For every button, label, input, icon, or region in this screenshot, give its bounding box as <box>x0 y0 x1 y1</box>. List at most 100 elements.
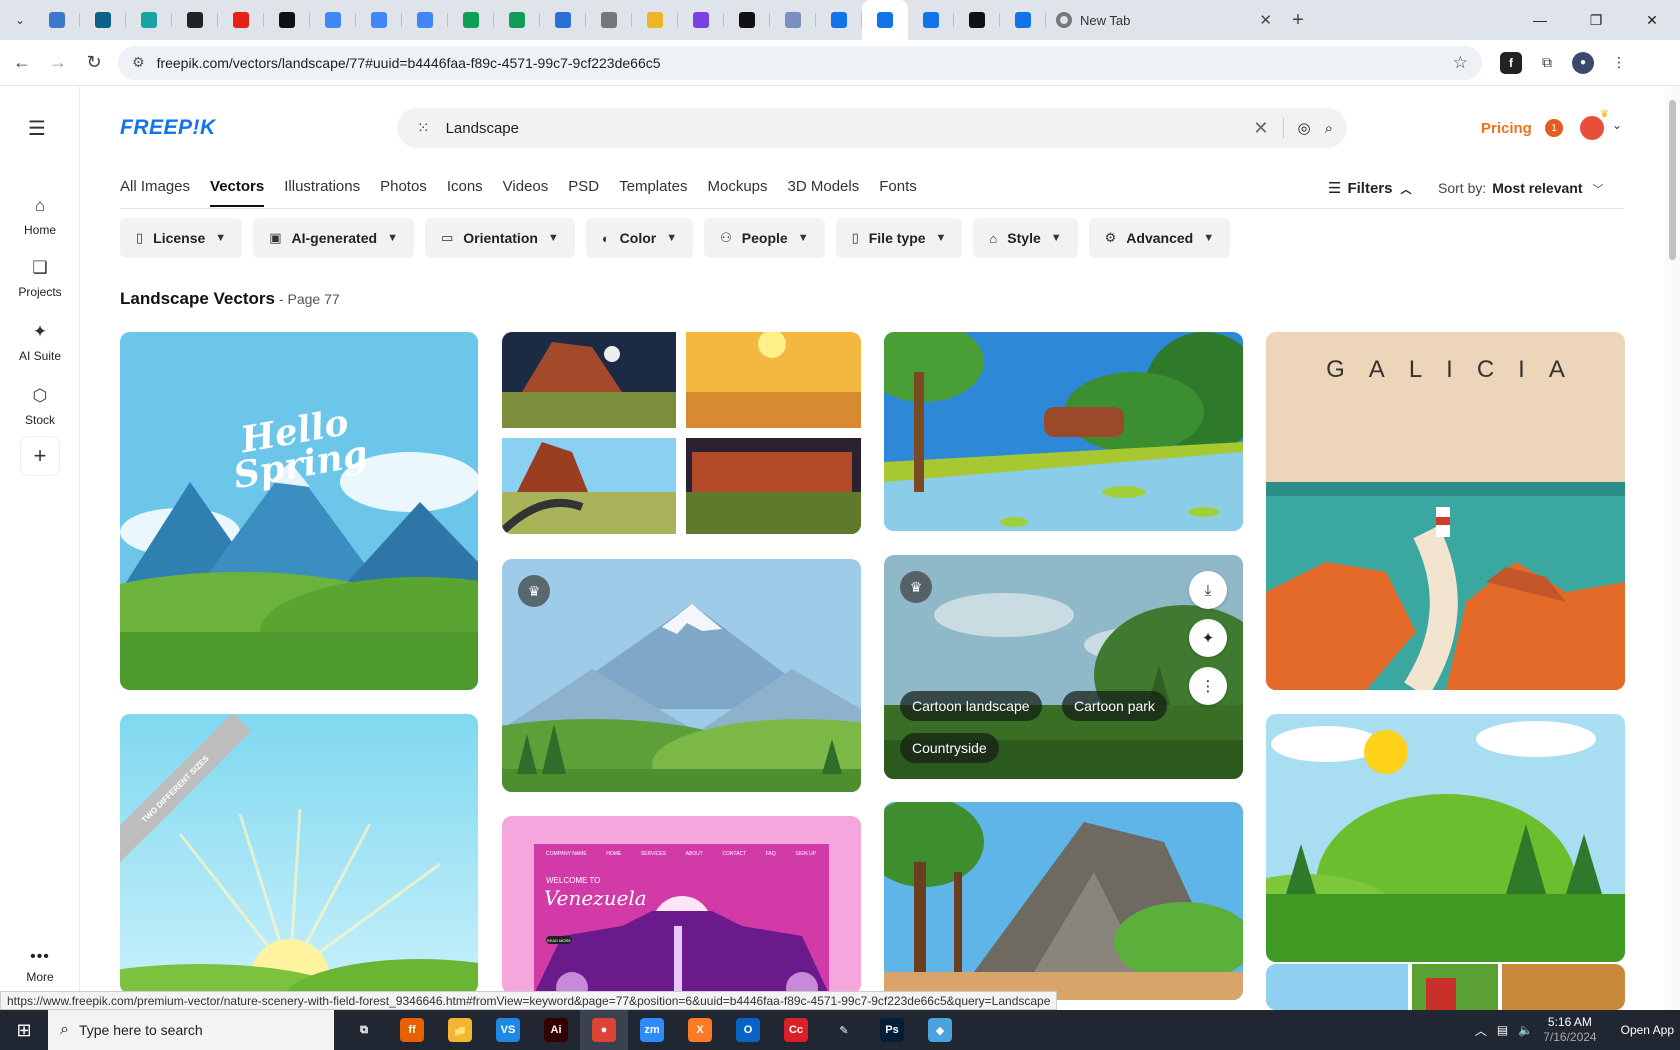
filter-chip-color[interactable]: ◐ Color ▼ <box>585 218 694 258</box>
bookmark-star-icon[interactable]: ☆ <box>1453 53 1468 73</box>
browser-tab-14[interactable] <box>632 0 678 40</box>
browser-tab-13[interactable] <box>586 0 632 40</box>
tab-templates[interactable]: Templates <box>619 178 687 207</box>
browser-tab-22[interactable] <box>1000 0 1046 40</box>
browser-tab-18[interactable] <box>816 0 862 40</box>
filters-button[interactable]: ☰ Filters ︿ <box>1328 179 1411 197</box>
add-plus-button[interactable]: + <box>20 436 60 476</box>
browser-tab-12[interactable] <box>540 0 586 40</box>
tab-3d-models[interactable]: 3D Models <box>788 178 860 207</box>
sort-dropdown[interactable]: Sort by: Most relevant ﹀ <box>1438 180 1604 197</box>
profile-avatar[interactable]: ● <box>1572 51 1594 74</box>
browser-tab-9[interactable] <box>402 0 448 40</box>
browser-tab-17[interactable] <box>770 0 816 40</box>
back-icon[interactable]: ← <box>4 52 40 73</box>
taskbar-app-pen-tool[interactable]: ✎ <box>820 1010 868 1050</box>
sidebar-item-home[interactable]: ⌂ Home <box>0 196 80 237</box>
result-card-desert-set[interactable] <box>502 332 861 534</box>
notification-badge[interactable]: 1 <box>1545 119 1563 137</box>
browser-tab-15[interactable] <box>678 0 724 40</box>
chevron-down-icon[interactable]: ⌄ <box>1612 118 1622 132</box>
browser-tab-16[interactable] <box>724 0 770 40</box>
taskbar-app-app-blue[interactable]: ◆ <box>916 1010 964 1050</box>
taskbar-app-task-view[interactable]: ⧉ <box>340 1010 388 1050</box>
tag-countryside[interactable]: Countryside <box>900 733 999 763</box>
site-info-icon[interactable]: ⚙ <box>132 54 145 71</box>
filter-chip-license[interactable]: ▯ License ▼ <box>120 218 243 258</box>
tab-search-chevron-icon[interactable]: ⌄ <box>6 6 34 34</box>
close-window-icon[interactable]: ✕ <box>1624 0 1680 40</box>
extensions-puzzle-icon[interactable]: ⧉ <box>1536 52 1558 74</box>
taskbar-search[interactable]: ⌕ Type here to search <box>48 1010 334 1050</box>
network-icon[interactable]: ▤ <box>1497 1023 1508 1037</box>
browser-tab-6[interactable] <box>264 0 310 40</box>
browser-tab-10[interactable] <box>448 0 494 40</box>
filter-chip-file-type[interactable]: ▯ File type ▼ <box>835 218 963 258</box>
tab-illustrations[interactable]: Illustrations <box>284 178 360 207</box>
browser-tab-21[interactable] <box>954 0 1000 40</box>
ai-sparkle-icon[interactable]: ✦ <box>1189 619 1227 657</box>
tag-cartoon-landscape[interactable]: Cartoon landscape <box>900 691 1042 721</box>
tab-mockups[interactable]: Mockups <box>707 178 767 207</box>
filter-chip-people[interactable]: ⚇ People ▼ <box>704 218 825 258</box>
open-app-button[interactable]: Open App <box>1621 1023 1674 1037</box>
search-type-icon[interactable]: ⁙ <box>417 119 430 137</box>
tab-videos[interactable]: Videos <box>503 178 549 207</box>
result-card-rock-forest[interactable] <box>884 802 1243 1000</box>
chrome-menu-icon[interactable]: ⋮ <box>1608 52 1630 74</box>
restore-icon[interactable]: ❐ <box>1568 0 1624 40</box>
taskbar-app-xampp[interactable]: X <box>676 1010 724 1050</box>
filter-chip-advanced[interactable]: ⚙ Advanced ▼ <box>1088 218 1231 258</box>
tab-vectors[interactable]: Vectors <box>210 178 265 207</box>
browser-tab-4[interactable] <box>172 0 218 40</box>
result-card-farm-set[interactable] <box>1266 964 1625 1010</box>
tab-fonts[interactable]: Fonts <box>879 178 917 207</box>
freepik-logo[interactable]: FREEP!K <box>120 116 216 140</box>
browser-tab-5[interactable] <box>218 0 264 40</box>
taskbar-app-photoshop[interactable]: Ps <box>868 1010 916 1050</box>
reload-icon[interactable]: ↻ <box>76 52 112 73</box>
result-card-venezuela[interactable]: COMPANY NAME HOME SERVICES ABOUT CONTACT… <box>502 816 861 994</box>
browser-tab-20[interactable] <box>908 0 954 40</box>
result-card-sunrise[interactable]: TWO DIFFERENT SIZES <box>120 714 478 994</box>
more-options-icon[interactable]: ⋮ <box>1189 667 1227 705</box>
taskbar-app-zoom[interactable]: zm <box>628 1010 676 1050</box>
taskbar-app-creative-cloud[interactable]: Cc <box>772 1010 820 1050</box>
taskbar-app-file-explorer[interactable]: 📁 <box>436 1010 484 1050</box>
forward-icon[interactable]: → <box>40 52 76 73</box>
url-bar[interactable]: ⚙ freepik.com/vectors/landscape/77#uuid=… <box>118 45 1482 80</box>
hamburger-menu-icon[interactable]: ☰ <box>28 116 46 141</box>
extension-f-icon[interactable]: f <box>1500 51 1522 74</box>
search-icon[interactable]: ⌕ <box>1311 120 1333 137</box>
result-card-green-hills[interactable] <box>1266 714 1625 962</box>
sidebar-item-projects[interactable]: ❏ Projects <box>0 258 80 299</box>
sidebar-item-ai-suite[interactable]: ✦ AI Suite <box>0 322 80 363</box>
tab-new-tab[interactable]: New Tab ✕ <box>1046 0 1282 40</box>
result-card-cartoon-park-hovered[interactable]: ♛ ⤓ ✦ ⋮ Cartoon landscape Cartoon park C… <box>884 555 1243 779</box>
tab-close-icon[interactable]: ✕ <box>1259 11 1272 29</box>
camera-search-icon[interactable]: ◎ <box>1284 119 1311 137</box>
taskbar-app-outlook[interactable]: O <box>724 1010 772 1050</box>
filter-chip-style[interactable]: ⌂ Style ▼ <box>973 218 1078 258</box>
taskbar-app-vscode[interactable]: VS <box>484 1010 532 1050</box>
tag-cartoon-park[interactable]: Cartoon park <box>1062 691 1167 721</box>
result-card-hello-spring[interactable]: Hello Spring <box>120 332 478 690</box>
sidebar-item-more[interactable]: ••• More <box>0 948 80 984</box>
scrollbar-thumb[interactable] <box>1669 100 1676 260</box>
browser-tab-19[interactable] <box>862 0 908 40</box>
tab-all-images[interactable]: All Images <box>120 178 190 207</box>
taskbar-clock[interactable]: 5:16 AM 7/16/2024 <box>1543 1015 1596 1045</box>
volume-icon[interactable]: 🔈 <box>1518 1023 1533 1037</box>
taskbar-app-illustrator[interactable]: Ai <box>532 1010 580 1050</box>
browser-tab-3[interactable] <box>126 0 172 40</box>
browser-tab-7[interactable] <box>310 0 356 40</box>
pricing-link[interactable]: Pricing <box>1481 120 1532 137</box>
windows-start-icon[interactable]: ⊞ <box>0 1020 48 1041</box>
tab-photos[interactable]: Photos <box>380 178 427 207</box>
result-card-river[interactable] <box>884 332 1243 531</box>
taskbar-app-chrome[interactable]: ● <box>580 1010 628 1050</box>
result-card-mountains[interactable]: ♛ <box>502 559 861 792</box>
taskbar-app-firefox[interactable]: ff <box>388 1010 436 1050</box>
search-input[interactable] <box>445 119 1240 137</box>
download-icon[interactable]: ⤓ <box>1189 571 1227 609</box>
